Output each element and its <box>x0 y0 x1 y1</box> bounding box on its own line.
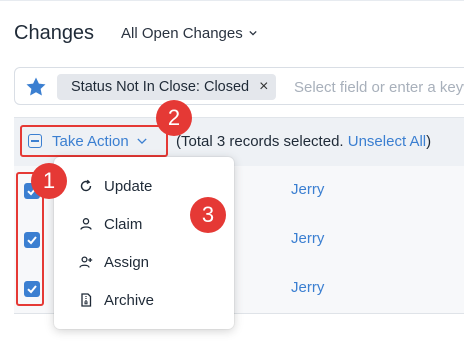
selection-count-text: (Total 3 records selected. <box>176 133 348 150</box>
view-selector-label: All Open Changes <box>121 25 243 42</box>
user-plus-icon <box>78 254 94 270</box>
refresh-icon <box>78 178 94 194</box>
user-icon <box>78 216 94 232</box>
filter-bar: Status Not In Close: Closed × <box>14 67 464 105</box>
filter-search-input[interactable] <box>294 76 464 98</box>
top-divider <box>0 0 464 1</box>
close-icon[interactable]: × <box>259 78 268 96</box>
row-checkbox[interactable] <box>24 281 40 297</box>
annotation-badge-1: 1 <box>31 163 67 199</box>
row-checkbox[interactable] <box>24 232 40 248</box>
take-action-label: Take Action <box>52 132 129 150</box>
menu-item-label: Assign <box>104 253 150 271</box>
selection-suffix: ) <box>426 133 432 150</box>
page-title: Changes <box>14 22 95 44</box>
row-assignee-link[interactable]: Jerry <box>291 181 324 198</box>
take-action-button[interactable]: Take Action <box>20 125 168 157</box>
menu-item-assign[interactable]: Assign <box>54 244 234 280</box>
selection-summary: (Total 3 records selected. Unselect All) <box>176 133 431 150</box>
chevron-down-icon <box>249 30 257 36</box>
row-assignee-link[interactable]: Jerry <box>291 230 324 247</box>
annotation-badge-3: 3 <box>190 197 226 233</box>
menu-item-label: Claim <box>104 215 143 233</box>
menu-item-archive[interactable]: Archive <box>54 282 234 318</box>
annotation-badge-2: 2 <box>156 100 192 136</box>
row-assignee-link[interactable]: Jerry <box>291 279 324 296</box>
checkmark-icon <box>27 285 37 294</box>
archive-file-icon <box>78 292 94 308</box>
filter-chip-label: Status Not In Close: Closed <box>71 79 250 95</box>
chevron-down-icon <box>137 138 147 145</box>
unselect-all-link[interactable]: Unselect All <box>348 133 426 150</box>
menu-item-label: Archive <box>104 291 155 309</box>
select-all-minus-icon[interactable] <box>28 134 42 148</box>
menu-item-label: Update <box>104 177 153 195</box>
view-selector[interactable]: All Open Changes <box>121 25 257 42</box>
take-action-menu: Update Claim Assign Archive <box>54 157 234 329</box>
checkmark-icon <box>27 236 37 245</box>
filter-chip: Status Not In Close: Closed × <box>57 74 277 100</box>
star-icon[interactable] <box>24 75 48 99</box>
